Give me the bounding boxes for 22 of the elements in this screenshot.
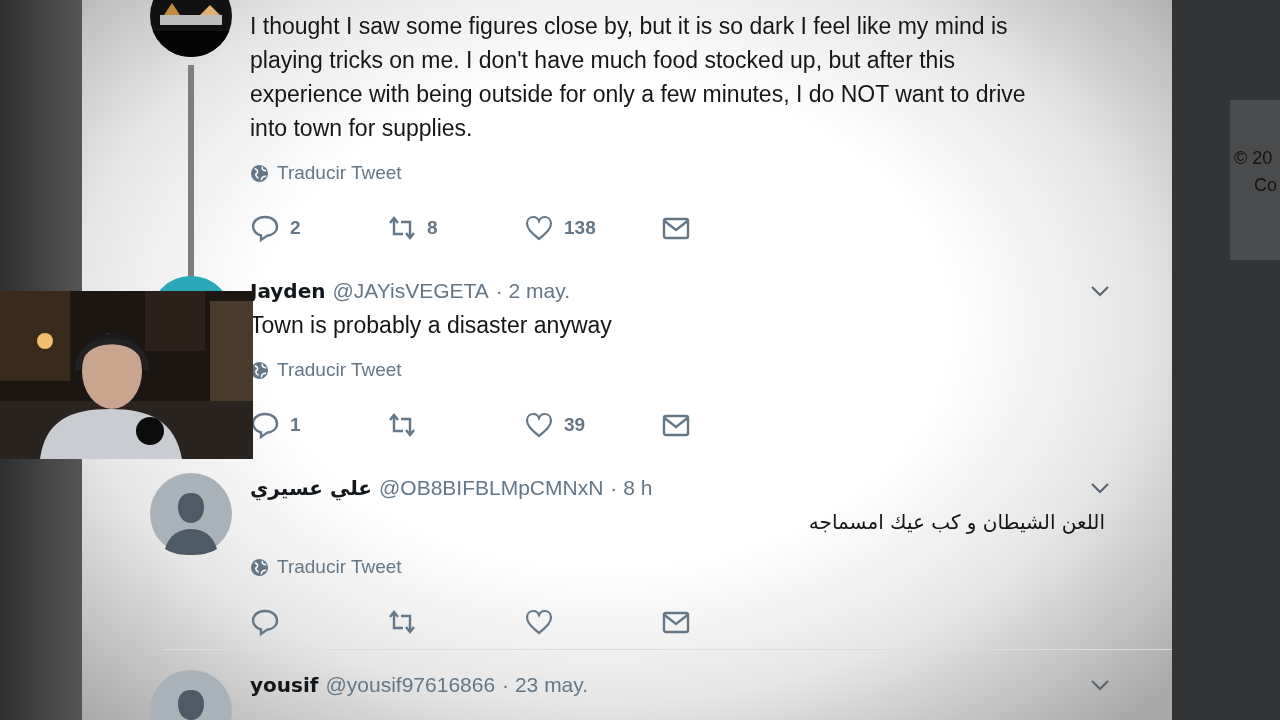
tweet-date[interactable]: · 23 may. <box>502 673 589 697</box>
copyright-text: © 20 <box>1233 148 1274 169</box>
action-count: 8 <box>427 217 438 239</box>
tweet-text: I thought I saw some figures close by, but it is so dark I feel like my mind is playing tricks on me. I don't have much food stocked up, but after this experience with being outside for only a few minutes, I do NOT want to drive into town for supplies. <box>250 12 1027 143</box>
footer-text: Co <box>1253 175 1278 196</box>
tweet-text: Town is probably a disaster anyway <box>250 311 613 340</box>
action-count: 2 <box>290 217 301 239</box>
action-count: 1 <box>290 414 301 436</box>
tweet-date[interactable]: · 2 may. <box>495 279 571 303</box>
user-name[interactable]: yousif <box>250 673 319 697</box>
action-count: 39 <box>564 414 586 436</box>
tweet-text: اللعن الشيطان و كب عيك امسماجه <box>807 509 1105 536</box>
translate-link[interactable]: Traducir Tweet <box>277 556 402 578</box>
action-count: 138 <box>564 217 596 239</box>
user-name[interactable]: علي عسيري <box>250 476 372 500</box>
user-handle[interactable]: @yousif97616866 <box>325 673 496 697</box>
translate-link[interactable]: Traducir Tweet <box>277 359 402 381</box>
tweet-date[interactable]: · 8 h <box>610 476 653 500</box>
user-handle[interactable]: @JAYisVEGETA <box>332 279 489 303</box>
user-name[interactable]: Jayden <box>250 279 326 303</box>
translate-link[interactable]: Traducir Tweet <box>277 162 402 184</box>
user-handle[interactable]: @OB8BIFBLMpCMNxN <box>379 476 604 500</box>
